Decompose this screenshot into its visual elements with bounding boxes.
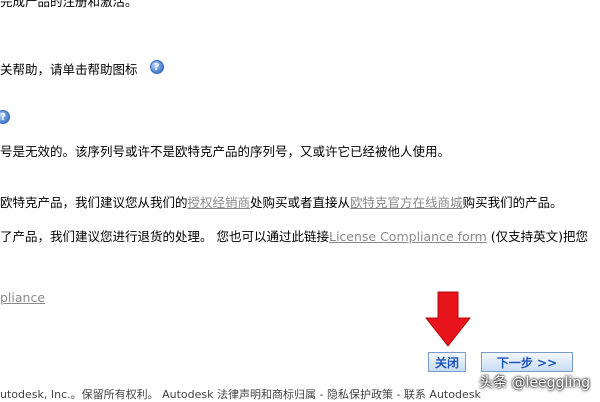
help-icon[interactable]: ? <box>0 110 10 124</box>
license-compliance-form-link[interactable]: License Compliance form <box>329 229 487 244</box>
authorized-reseller-link[interactable]: 授权经销商 <box>188 195 251 210</box>
purchase-advice-text: 欧特克产品，我们建议您从我们的 <box>0 195 188 210</box>
return-advice: 了产品，我们建议您进行退货的处理。 您也可以通过此链接License Compl… <box>0 229 588 245</box>
next-button[interactable]: 下一步 >> <box>481 352 573 372</box>
red-arrow-shape <box>424 291 472 347</box>
return-advice-text-end: (仅支持英文)把您 <box>486 229 589 244</box>
compliance-link-line: pliance <box>0 290 45 306</box>
purchase-advice-text-mid: 处购买或者直接从 <box>250 195 351 210</box>
watermark: 头条 @leeggling <box>479 375 590 391</box>
return-advice-text: 了产品，我们建议您进行退货的处理。 您也可以通过此链接 <box>0 229 329 244</box>
text-line-1: 完成产品的注册和激活。 <box>0 0 138 9</box>
purchase-advice-text-end: 购买我们的产品。 <box>462 195 563 210</box>
help-icon[interactable]: ? <box>149 59 164 74</box>
close-button[interactable]: 关闭 <box>428 352 466 372</box>
help-instruction-text: 关帮助，请单击帮助图标 <box>0 62 138 77</box>
red-arrow-icon <box>424 291 472 347</box>
compliance-link[interactable]: pliance <box>0 290 45 305</box>
purchase-advice: 欧特克产品，我们建议您从我们的授权经销商处购买或者直接从欧特克官方在线商城购买我… <box>0 195 563 211</box>
help-instruction: 关帮助，请单击帮助图标 ? <box>0 59 164 78</box>
online-store-link[interactable]: 欧特克官方在线商城 <box>350 195 463 210</box>
invalid-serial-message: 号是无效的。该序列号或许不是欧特克产品的序列号，又或许它已经被他人使用。 <box>0 144 451 159</box>
